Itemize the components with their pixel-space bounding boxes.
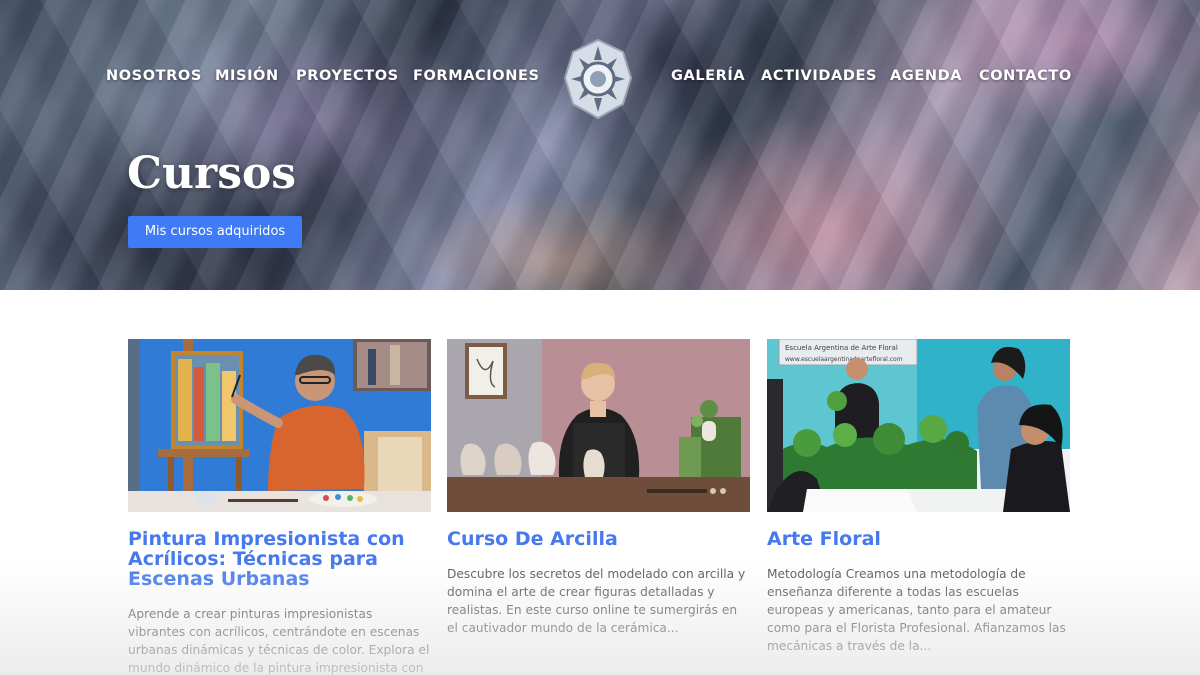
nav-item-proyectos[interactable]: PROYECTOS <box>296 68 399 84</box>
course-card-floral: Escuela Argentina de Arte Floral www.esc… <box>767 339 1070 655</box>
course-description-clay: Descubre los secretos del modelado con a… <box>447 567 746 635</box>
course-card-clay: Curso De Arcilla Descubre los secretos d… <box>447 339 750 637</box>
course-thumbnail-painting[interactable] <box>128 339 431 512</box>
course-title-clay[interactable]: Curso De Arcilla <box>447 529 750 549</box>
sun-mandala-logo-icon[interactable] <box>563 38 633 120</box>
nav-item-contacto[interactable]: CONTACTO <box>979 68 1072 84</box>
course-title-floral[interactable]: Arte Floral <box>767 529 1070 549</box>
nav-item-formaciones[interactable]: FORMACIONES <box>413 68 540 84</box>
course-thumbnail-floral[interactable]: Escuela Argentina de Arte Floral www.esc… <box>767 339 1070 512</box>
course-thumbnail-clay[interactable] <box>447 339 750 512</box>
hero-banner: NOSOTROS MISIÓN PROYECTOS FORMACIONES GA… <box>0 0 1200 290</box>
nav-item-mision[interactable]: MISIÓN <box>215 68 279 84</box>
nav-item-galeria[interactable]: GALERÍA <box>671 68 745 84</box>
svg-text:www.escuelaargentinadearteflor: www.escuelaargentinadeartefloral.com <box>785 356 903 363</box>
nav-item-agenda[interactable]: AGENDA <box>890 68 962 84</box>
course-description-floral: Metodología Creamos una metodología de e… <box>767 567 1066 653</box>
course-description-painting: Aprende a crear pinturas impresionistas … <box>128 607 430 675</box>
course-title-painting[interactable]: Pintura Impresionista con Acrílicos: Téc… <box>128 529 431 589</box>
svg-text:Escuela Argentina de Arte Flor: Escuela Argentina de Arte Floral <box>785 344 898 352</box>
nav-item-nosotros[interactable]: NOSOTROS <box>106 68 202 84</box>
course-card-painting: Pintura Impresionista con Acrílicos: Téc… <box>128 339 431 675</box>
nav-item-actividades[interactable]: ACTIVIDADES <box>761 68 877 84</box>
purchased-courses-button[interactable]: Mis cursos adquiridos <box>128 216 302 248</box>
page-title: Cursos <box>127 148 297 199</box>
